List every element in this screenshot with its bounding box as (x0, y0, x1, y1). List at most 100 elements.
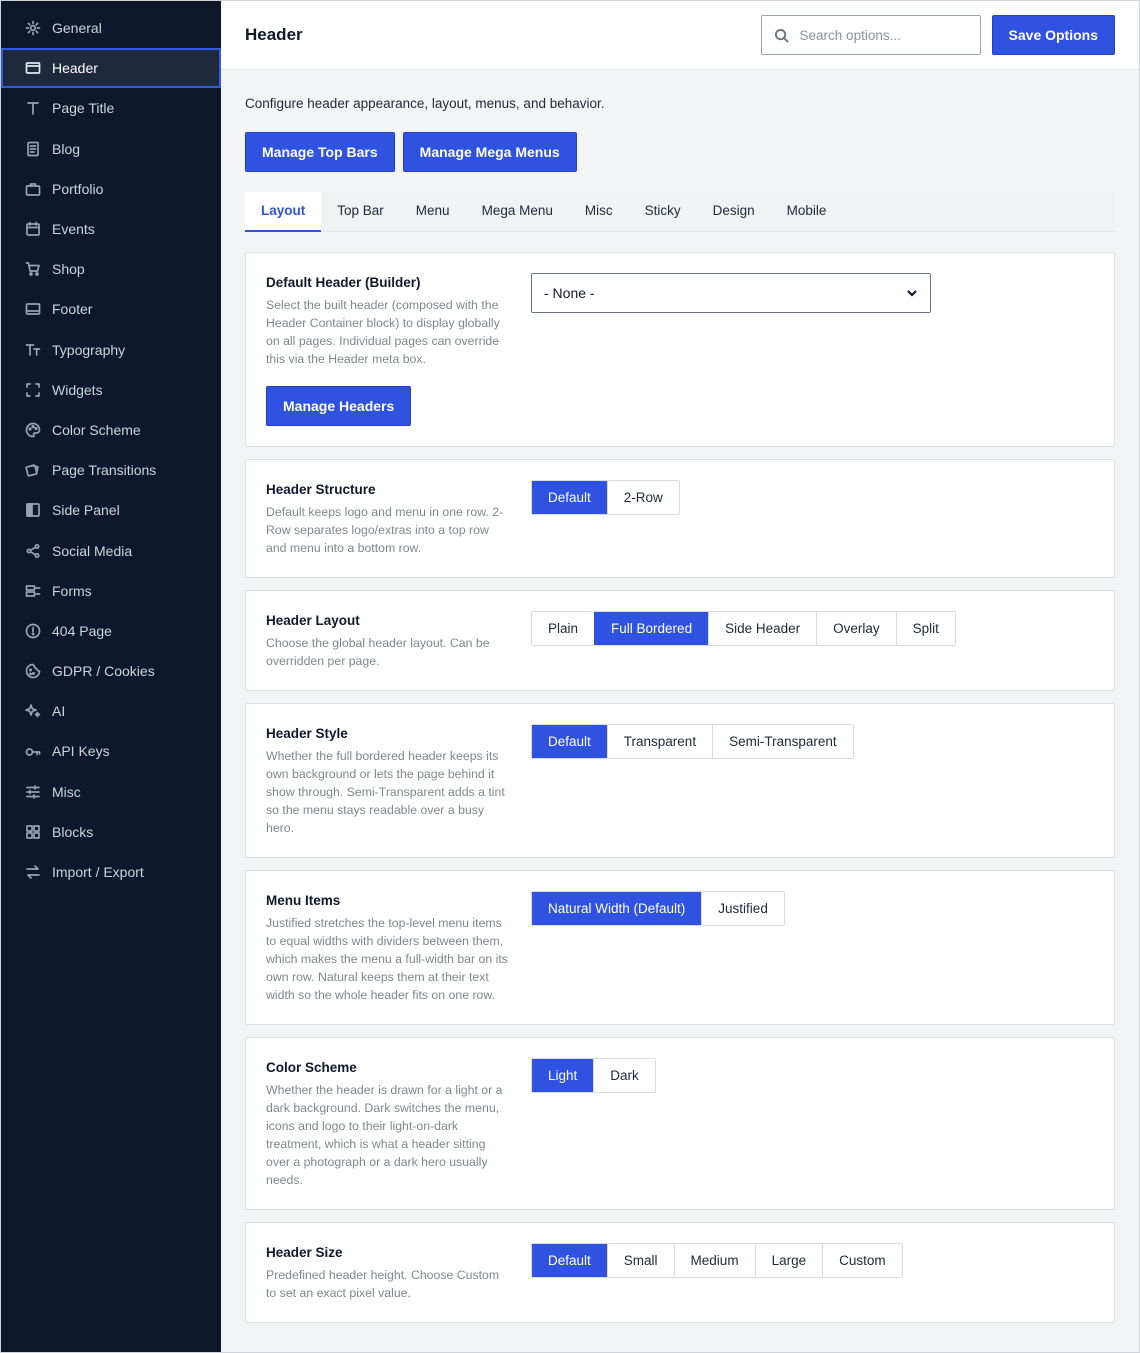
sidebar-item-label: Color Scheme (52, 421, 141, 438)
title-t-icon (24, 100, 41, 117)
action-buttons: Manage Top Bars Manage Mega Menus (245, 132, 1115, 172)
option-split[interactable]: Split (895, 612, 955, 645)
save-options-button[interactable]: Save Options (991, 15, 1115, 55)
option-medium[interactable]: Medium (673, 1244, 755, 1277)
import-export-icon (24, 864, 41, 881)
tab-menu[interactable]: Menu (400, 192, 466, 232)
sidebar-item-social-media[interactable]: Social Media (1, 530, 221, 570)
tab-bar: Layout Top Bar Menu Mega Menu Misc Sticky Desi… (245, 192, 1115, 232)
sidebar-item-import-export[interactable]: Import / Export (1, 852, 221, 892)
search-icon (774, 28, 789, 43)
select-value: - None - (544, 285, 595, 301)
option-semi-transparent[interactable]: Semi-Transparent (712, 725, 853, 758)
widgets-icon (24, 381, 41, 398)
manage-mega-menus-button[interactable]: Manage Mega Menus (402, 132, 577, 172)
sidebar-item-portfolio[interactable]: Portfolio (1, 169, 221, 209)
setting-label: Color Scheme (266, 1060, 357, 1075)
sidebar-item-general[interactable]: General (1, 8, 221, 48)
setting-default-header: Default Header (Builder) Select the buil… (245, 252, 1115, 447)
sidebar-item-blocks[interactable]: Blocks (1, 812, 221, 852)
window-icon (24, 60, 41, 77)
setting-color-scheme: Color Scheme Whether the header is drawn … (245, 1037, 1115, 1210)
option-overlay[interactable]: Overlay (816, 612, 896, 645)
default-header-select[interactable]: - None - (531, 273, 931, 313)
gear-icon (24, 20, 41, 37)
sidebar-item-blog[interactable]: Blog (1, 129, 221, 169)
sidebar-item-color-scheme[interactable]: Color Scheme (1, 410, 221, 450)
sidebar-item-forms[interactable]: Forms (1, 571, 221, 611)
sidebar-item-gdpr-cookies[interactable]: GDPR / Cookies (1, 651, 221, 691)
sidebar-item-misc[interactable]: Misc (1, 772, 221, 812)
tab-sticky[interactable]: Sticky (629, 192, 697, 232)
setting-header-style: Header Style Whether the full bordered he… (245, 703, 1115, 858)
menu-items-segmented-control: Natural Width (Default) Justified (531, 891, 785, 926)
header-structure-segmented-control: Default 2-Row (531, 480, 680, 515)
sidebar-item-label: Header (52, 60, 98, 77)
setting-description: Select the built header (composed with t… (266, 298, 500, 366)
option-default[interactable]: Default (532, 725, 607, 758)
setting-description: Whether the full bordered header keeps i… (266, 749, 505, 835)
transition-icon (24, 462, 41, 479)
sidebar-item-footer[interactable]: Footer (1, 289, 221, 329)
sidebar-item-events[interactable]: Events (1, 209, 221, 249)
option-side-header[interactable]: Side Header (708, 612, 817, 645)
sidebar-item-page-transitions[interactable]: Page Transitions (1, 450, 221, 490)
sidebar-item-label: AI (52, 703, 66, 720)
calendar-icon (24, 221, 41, 238)
option-transparent[interactable]: Transparent (606, 725, 713, 758)
sidebar-item-widgets[interactable]: Widgets (1, 370, 221, 410)
tab-layout[interactable]: Layout (245, 192, 322, 232)
option-default[interactable]: Default (532, 1244, 607, 1277)
search-box[interactable] (760, 15, 981, 55)
sidebar-item-label: Social Media (52, 542, 133, 559)
main-area: Header Save Options Configure header app… (221, 1, 1139, 1352)
tab-mobile[interactable]: Mobile (771, 192, 843, 232)
setting-label: Header Structure (266, 482, 376, 497)
setting-header-structure: Header Structure Default keeps logo and m… (245, 459, 1115, 578)
sidebar-item-label: General (52, 20, 102, 37)
option-dark[interactable]: Dark (593, 1059, 655, 1092)
option-justified[interactable]: Justified (701, 892, 784, 925)
cookie-icon (24, 663, 41, 680)
option-default[interactable]: Default (532, 481, 607, 514)
sidebar-item-side-panel[interactable]: Side Panel (1, 490, 221, 530)
sidebar-item-label: Widgets (52, 381, 103, 398)
sidebar-item-label: Import / Export (52, 864, 144, 881)
chevron-down-icon (907, 290, 917, 297)
sidebar-item-api-keys[interactable]: API Keys (1, 731, 221, 771)
option-small[interactable]: Small (606, 1244, 674, 1277)
option-large[interactable]: Large (754, 1244, 823, 1277)
sliders-icon (24, 783, 41, 800)
sidebar-item-page-title[interactable]: Page Title (1, 88, 221, 128)
sidebar-item-typography[interactable]: Typography (1, 330, 221, 370)
sidebar-item-label: Forms (52, 582, 92, 599)
setting-description: Predefined header height. Choose Custom … (266, 1268, 500, 1300)
color-scheme-segmented-control: Light Dark (531, 1058, 656, 1093)
sidebar-item-shop[interactable]: Shop (1, 249, 221, 289)
setting-label: Header Size (266, 1245, 343, 1260)
setting-menu-items: Menu Items Justified stretches the top-le… (245, 870, 1115, 1025)
option-2-row[interactable]: 2-Row (606, 481, 679, 514)
setting-description: Default keeps logo and menu in one row. … (266, 505, 504, 555)
option-custom[interactable]: Custom (822, 1244, 902, 1277)
manage-top-bars-button[interactable]: Manage Top Bars (245, 132, 395, 172)
tab-misc[interactable]: Misc (569, 192, 629, 232)
option-full-bordered[interactable]: Full Bordered (594, 612, 709, 645)
sidebar-item-header[interactable]: Header (1, 48, 221, 89)
sidebar-item-label: Page Title (52, 100, 115, 117)
setting-description: Choose the global header layout. Can be … (266, 636, 490, 668)
tab-top-bar[interactable]: Top Bar (321, 192, 400, 232)
option-natural-width-default[interactable]: Natural Width (Default) (532, 892, 702, 925)
briefcase-icon (24, 180, 41, 197)
tab-design[interactable]: Design (697, 192, 771, 232)
app-window: General Header Page Title Blog Portfolio Even… (0, 0, 1140, 1353)
manage-headers-button[interactable]: Manage Headers (266, 386, 412, 426)
setting-header-size: Header Size Predefined header height. Cho… (245, 1222, 1115, 1323)
sidebar-item-label: Portfolio (52, 180, 104, 197)
option-light[interactable]: Light (532, 1059, 594, 1092)
search-input[interactable] (799, 27, 960, 43)
tab-mega-menu[interactable]: Mega Menu (466, 192, 569, 232)
sidebar-item-ai[interactable]: AI (1, 691, 221, 731)
sidebar-item-404-page[interactable]: 404 Page (1, 611, 221, 651)
option-plain[interactable]: Plain (532, 612, 595, 645)
